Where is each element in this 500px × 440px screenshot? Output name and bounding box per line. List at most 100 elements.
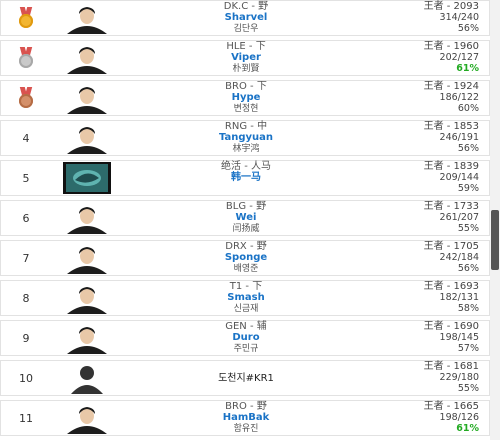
- leaderboard-row[interactable]: 10 도천지#KR1 王者 - 1681 229/180 55%: [0, 360, 490, 396]
- team-role: RNG - 中: [224, 121, 268, 132]
- stats: 王者 - 1733 261/207 55%: [369, 201, 479, 234]
- team-role: BLG - 野: [225, 201, 267, 212]
- real-name: 김단우: [233, 24, 259, 34]
- player-photo[interactable]: [57, 42, 117, 74]
- stats: 王者 - 1690 198/145 57%: [369, 321, 479, 354]
- player-name-link[interactable]: Tangyuan: [171, 132, 321, 144]
- team-role: 绝活 - 人马: [221, 161, 271, 172]
- real-name: 闫扬威: [232, 224, 260, 234]
- score: 王者 - 1924: [423, 81, 479, 92]
- team-role: DK.C - 野: [223, 1, 269, 12]
- rank-number: 11: [19, 411, 33, 425]
- player-photo[interactable]: [57, 322, 117, 354]
- rank-cell: [1, 1, 51, 35]
- player-photo[interactable]: [57, 122, 117, 154]
- win-loss-record: 314/240: [439, 12, 479, 23]
- win-loss-record: 198/126: [439, 412, 479, 423]
- medal-icon: [18, 7, 34, 29]
- win-rate: 57%: [457, 343, 479, 354]
- team-role: DRX - 野: [225, 241, 267, 252]
- scrollbar[interactable]: [490, 0, 500, 440]
- player-name-link[interactable]: Duro: [171, 332, 321, 344]
- rank-cell: 5: [1, 161, 51, 195]
- leaderboard-row[interactable]: BRO - 下 Hype 변정현 王者 - 1924 186/122 60%: [0, 80, 490, 116]
- win-rate: 58%: [457, 303, 479, 314]
- score: 王者 - 1853: [423, 121, 479, 132]
- win-loss-record: 229/180: [439, 372, 479, 383]
- player-name-link[interactable]: Wei: [171, 212, 321, 224]
- player-name-link[interactable]: Hype: [171, 92, 321, 104]
- real-name: 林宇鸿: [232, 144, 260, 154]
- real-name: 주민규: [233, 344, 259, 354]
- player-info: RNG - 中 Tangyuan 林宇鸿: [171, 121, 321, 155]
- win-loss-record: 246/191: [439, 132, 479, 143]
- leaderboard-row[interactable]: 4 RNG - 中 Tangyuan 林宇鸿 王者 - 1853 246/191 56%: [0, 120, 490, 156]
- scrollbar-thumb[interactable]: [491, 210, 499, 270]
- score: 王者 - 1960: [423, 41, 479, 52]
- player-name-link[interactable]: Viper: [171, 52, 321, 64]
- team-role: HLE - 下: [226, 41, 266, 52]
- win-rate: 55%: [457, 383, 479, 394]
- stats: 王者 - 1705 242/184 56%: [369, 241, 479, 274]
- leaderboard-row[interactable]: DK.C - 野 Sharvel 김단우 王者 - 2093 314/240 56%: [0, 0, 490, 36]
- player-info: 绝活 - 人马 韩一马: [171, 161, 321, 184]
- leaderboard-row[interactable]: 11 BRO - 野 HamBak 함유진 王者 - 1665 198/126 61%: [0, 400, 490, 436]
- player-info: BLG - 野 Wei 闫扬威: [171, 201, 321, 235]
- rank-number: 8: [22, 291, 30, 305]
- stats: 王者 - 1924 186/122 60%: [369, 81, 479, 114]
- player-name-link[interactable]: Sharvel: [171, 12, 321, 24]
- stats: 王者 - 1693 182/131 58%: [369, 281, 479, 314]
- win-loss-record: 261/207: [439, 212, 479, 223]
- player-info: 도천지#KR1: [171, 361, 321, 397]
- leaderboard-row[interactable]: 7 DRX - 野 Sponge 배영준 王者 - 1705 242/184 56%: [0, 240, 490, 276]
- leaderboard-row[interactable]: 8 T1 - 下 Smash 신금재 王者 - 1693 182/131 58%: [0, 280, 490, 316]
- win-loss-record: 182/131: [439, 292, 479, 303]
- rank-number: 5: [22, 171, 30, 185]
- rank-cell: [1, 81, 51, 115]
- leaderboard-list: DK.C - 野 Sharvel 김단우 王者 - 2093 314/240 56% HLE…: [0, 0, 490, 440]
- player-name-link[interactable]: HamBak: [171, 412, 321, 424]
- leaderboard-row[interactable]: 5 绝活 - 人马 韩一马 王者 - 1839 209/144 59%: [0, 160, 490, 196]
- rank-cell: 10: [1, 361, 51, 395]
- player-photo[interactable]: [57, 2, 117, 34]
- player-name-link[interactable]: Smash: [171, 292, 321, 304]
- win-rate: 56%: [457, 143, 479, 154]
- player-info: HLE - 下 Viper 朴到賢: [171, 41, 321, 75]
- score: 王者 - 1690: [423, 321, 479, 332]
- rank-cell: 11: [1, 401, 51, 435]
- real-name: 변정현: [233, 104, 259, 114]
- player-photo[interactable]: [57, 82, 117, 114]
- stats: 王者 - 1853 246/191 56%: [369, 121, 479, 154]
- stats: 王者 - 1960 202/127 61%: [369, 41, 479, 74]
- real-name: 신금재: [233, 304, 259, 314]
- real-name: 배영준: [233, 264, 259, 274]
- player-info: GEN - 辅 Duro 주민규: [171, 321, 321, 355]
- stats: 王者 - 1839 209/144 59%: [369, 161, 479, 194]
- player-photo[interactable]: [57, 282, 117, 314]
- rank-cell: 7: [1, 241, 51, 275]
- medal-icon: [18, 87, 34, 109]
- win-rate: 56%: [457, 23, 479, 34]
- player-photo[interactable]: [57, 402, 117, 434]
- player-info: BRO - 野 HamBak 함유진: [171, 401, 321, 435]
- player-name-link[interactable]: 韩一马: [171, 172, 321, 184]
- player-photo[interactable]: [57, 202, 117, 234]
- leaderboard-row[interactable]: HLE - 下 Viper 朴到賢 王者 - 1960 202/127 61%: [0, 40, 490, 76]
- win-loss-record: 202/127: [439, 52, 479, 63]
- stats: 王者 - 1681 229/180 55%: [369, 361, 479, 394]
- player-name-link[interactable]: Sponge: [171, 252, 321, 264]
- player-photo[interactable]: [57, 162, 117, 194]
- player-photo[interactable]: [57, 242, 117, 274]
- win-rate: 60%: [457, 103, 479, 114]
- score: 王者 - 1665: [423, 401, 479, 412]
- score: 王者 - 1733: [423, 201, 479, 212]
- win-loss-record: 186/122: [439, 92, 479, 103]
- win-loss-record: 242/184: [439, 252, 479, 263]
- player-name-link[interactable]: 도천지#KR1: [171, 361, 321, 397]
- leaderboard-row[interactable]: 9 GEN - 辅 Duro 주민규 王者 - 1690 198/145 57%: [0, 320, 490, 356]
- leaderboard-row[interactable]: 6 BLG - 野 Wei 闫扬威 王者 - 1733 261/207 55%: [0, 200, 490, 236]
- person-silhouette-icon[interactable]: [57, 362, 117, 394]
- win-loss-record: 198/145: [439, 332, 479, 343]
- win-rate: 61%: [456, 423, 479, 434]
- team-role: GEN - 辅: [225, 321, 267, 332]
